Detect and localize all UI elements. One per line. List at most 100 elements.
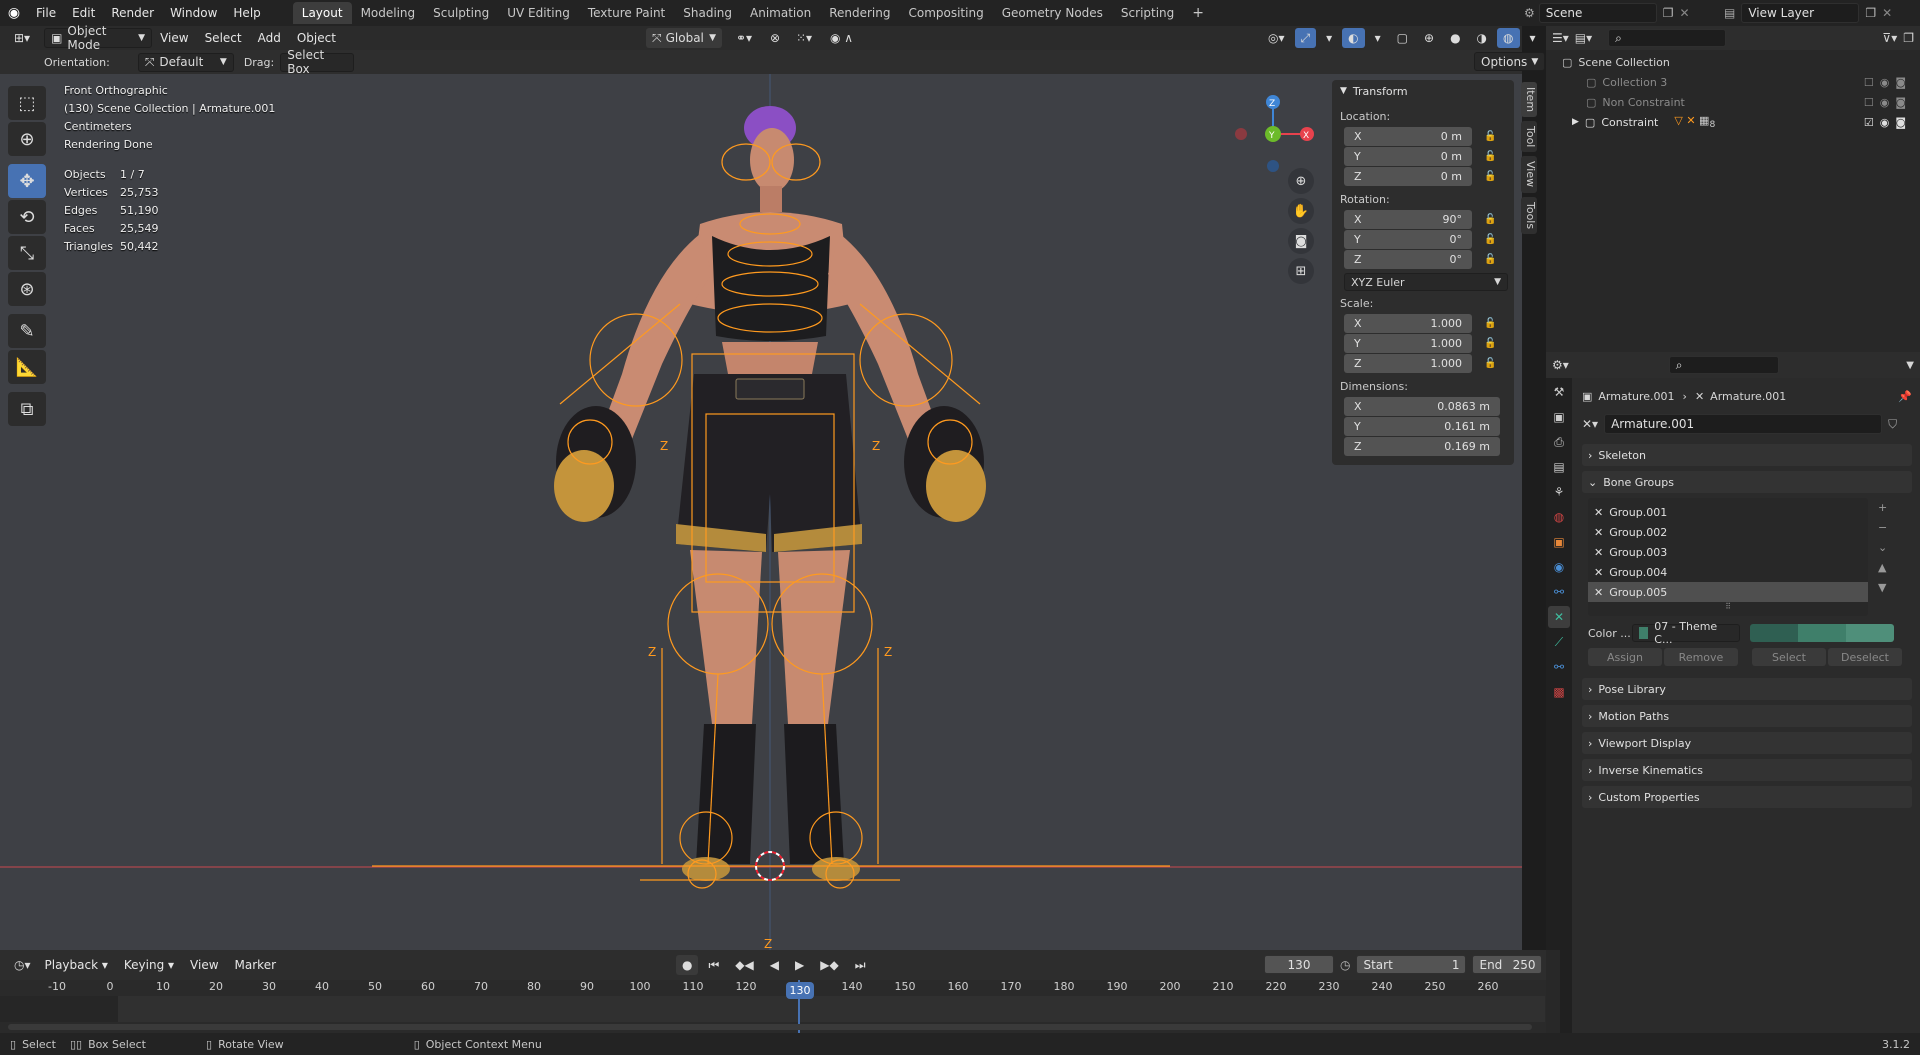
gizmo-toggle-icon[interactable]: ⤢	[1294, 28, 1317, 48]
rotation-y-field[interactable]: Y 0°	[1344, 230, 1472, 249]
select-button[interactable]: Select	[1752, 648, 1826, 666]
overlay-toggle-icon[interactable]: ◐	[1342, 28, 1365, 48]
prev-keyframe-icon[interactable]: ◆◀	[729, 955, 759, 975]
panel-pose-library[interactable]: › Pose Library	[1582, 678, 1912, 700]
outliner-item[interactable]: ▢ Non Constraint ☐◉◙	[1546, 92, 1920, 112]
cursor-icon[interactable]: ⊕	[8, 122, 46, 156]
rotation-x-field[interactable]: X 90°	[1344, 210, 1472, 229]
editor-type-icon[interactable]: ◷▾	[8, 955, 37, 975]
xray-icon[interactable]: ▢	[1391, 28, 1414, 48]
visibility-toggles-icon[interactable]: ☐◉◙	[1864, 96, 1912, 109]
mode-dropdown[interactable]: ▣ Object Mode ▼	[44, 24, 153, 52]
tab-modeling[interactable]: Modeling	[352, 2, 425, 24]
menu-edit[interactable]: Edit	[64, 0, 103, 26]
output-tab-icon[interactable]: ⎙	[1548, 431, 1570, 453]
tab-animation[interactable]: Animation	[741, 2, 820, 24]
tool-tab-icon[interactable]: ⚒	[1548, 381, 1570, 403]
lock-icon[interactable]: 🔓	[1484, 151, 1496, 163]
outliner-item[interactable]: ▢ Collection 3 ☐◉◙	[1546, 72, 1920, 92]
jump-end-icon[interactable]: ⏭	[849, 955, 872, 975]
menu-view[interactable]: View	[152, 25, 196, 51]
tab-sculpting[interactable]: Sculpting	[424, 2, 498, 24]
snap-target-icon[interactable]: ⁙▾	[790, 28, 818, 48]
transform-icon[interactable]: ⊛	[8, 272, 46, 306]
panel-custom-properties[interactable]: › Custom Properties	[1582, 786, 1912, 808]
zoom-icon[interactable]: ⊕	[1288, 168, 1314, 194]
location-z-field[interactable]: Z0 m	[1344, 167, 1472, 186]
solid-shading-icon[interactable]: ●	[1444, 28, 1466, 48]
add-cube-icon[interactable]: ⧉	[8, 392, 46, 426]
blender-logo-icon[interactable]: ◉	[0, 5, 28, 21]
menu-file[interactable]: File	[28, 0, 64, 26]
close-icon[interactable]: ✕	[1680, 6, 1690, 20]
lock-icon[interactable]: 🔓	[1484, 131, 1496, 143]
menu-keying[interactable]: Keying ▾	[116, 952, 182, 978]
move-up-icon[interactable]: ▲	[1878, 558, 1887, 578]
tab-layout[interactable]: Layout	[292, 2, 352, 24]
tab-item[interactable]: Item	[1521, 82, 1537, 118]
menu-playback[interactable]: Playback ▾	[37, 952, 116, 978]
new-scene-icon[interactable]: ❐	[1663, 6, 1674, 20]
editor-type-icon[interactable]: ☰▾	[1552, 31, 1569, 45]
menu-select[interactable]: Select	[197, 25, 250, 51]
record-icon[interactable]: ●	[676, 955, 699, 975]
object-tab-icon[interactable]: ▣	[1548, 531, 1570, 553]
expand-arrow-icon[interactable]: ▶	[1572, 117, 1579, 127]
tab-shading[interactable]: Shading	[674, 2, 741, 24]
rotation-mode-dropdown[interactable]: XYZ Euler ▼	[1344, 273, 1508, 291]
outliner-root[interactable]: ▢ Scene Collection	[1546, 52, 1920, 72]
list-item[interactable]: ✕ Group.004	[1588, 562, 1868, 582]
clock-icon[interactable]: ◷	[1340, 958, 1350, 972]
lock-icon[interactable]: 🔓	[1484, 358, 1496, 370]
playhead-frame[interactable]: 130	[786, 982, 814, 999]
list-item[interactable]: ✕ Group.003	[1588, 542, 1868, 562]
3d-viewport[interactable]: Z Z Z Z Z Z X Y ⊕ ✋ ◙ ⊞ Front Orthograph…	[0, 74, 1522, 950]
gizmo-dropdown-icon[interactable]: ▾	[1320, 28, 1338, 48]
tab-tools[interactable]: Tools	[1521, 196, 1537, 234]
list-item[interactable]: ✕ Group.001	[1588, 502, 1868, 522]
lock-icon[interactable]: 🔓	[1484, 318, 1496, 330]
rotation-z-field[interactable]: Z 0°	[1344, 250, 1472, 269]
current-frame-field[interactable]: 130	[1264, 955, 1334, 974]
lock-icon[interactable]: 🔓	[1484, 254, 1496, 266]
editor-type-icon[interactable]: ⊞▾	[8, 28, 36, 48]
panel-bone-groups[interactable]: ⌄ Bone Groups	[1582, 471, 1912, 493]
overlay-dropdown-icon[interactable]: ▾	[1369, 28, 1387, 48]
pin-icon[interactable]: 📌	[1898, 390, 1912, 403]
options-dropdown[interactable]: Options ▼	[1474, 52, 1546, 71]
navigation-gizmo[interactable]: Z X Y	[1226, 84, 1316, 174]
outliner-item[interactable]: ▶ ▢ Constraint ▽ ✕ ▦8 ☑◉◙	[1546, 112, 1920, 132]
location-y-field[interactable]: Y0 m	[1344, 147, 1472, 166]
color-set-dropdown[interactable]: 07 - Theme C...	[1632, 620, 1740, 646]
menu-help[interactable]: Help	[225, 0, 268, 26]
tab-uv-editing[interactable]: UV Editing	[498, 2, 579, 24]
play-icon[interactable]: ▶	[789, 955, 810, 975]
timeline-ruler[interactable]: -10 0 10 20 30 40 50 60 70 80 90 100 110 120 130 140 150…	[0, 980, 1546, 1033]
pan-hand-icon[interactable]: ✋	[1288, 198, 1314, 224]
proportional-edit-icon[interactable]: ◉ ∧	[824, 28, 859, 48]
lock-icon[interactable]: 🔓	[1484, 214, 1496, 226]
transform-header[interactable]: ▼ Transform	[1332, 80, 1514, 102]
constraints-tab-icon[interactable]: ⚯	[1548, 581, 1570, 603]
snap-icon[interactable]: ⊗	[764, 28, 786, 48]
physics-tab-icon[interactable]: ◉	[1548, 556, 1570, 578]
bone-groups-list[interactable]: ✕ Group.001 ✕ Group.002 ✕ Group.003 ✕ Group.…	[1588, 498, 1868, 616]
world-tab-icon[interactable]: ◍	[1548, 506, 1570, 528]
editor-type-icon[interactable]: ⚙▾	[1552, 358, 1569, 372]
tab-geometry-nodes[interactable]: Geometry Nodes	[993, 2, 1112, 24]
move-icon[interactable]: ✥	[8, 164, 46, 198]
annotate-icon[interactable]: ✎	[8, 314, 46, 348]
new-view-layer-icon[interactable]: ❐	[1865, 6, 1876, 20]
outliner-search-input[interactable]: ⌕	[1608, 29, 1727, 47]
camera-icon[interactable]: ◙	[1288, 228, 1314, 254]
bone-tab-icon[interactable]: ⟋	[1548, 631, 1570, 653]
lock-icon[interactable]: 🔓	[1484, 171, 1496, 183]
datablock-name-field[interactable]: Armature.001	[1604, 414, 1883, 434]
bone-constraints-tab-icon[interactable]: ⚯	[1548, 656, 1570, 678]
panel-viewport-display[interactable]: › Viewport Display	[1582, 732, 1912, 754]
lock-icon[interactable]: 🔓	[1484, 234, 1496, 246]
visibility-icon[interactable]: ◎▾	[1262, 28, 1291, 48]
rendered-shading-icon[interactable]: ◍	[1497, 28, 1520, 48]
panel-inverse-kinematics[interactable]: › Inverse Kinematics	[1582, 759, 1912, 781]
list-item-selected[interactable]: ✕ Group.005	[1588, 582, 1868, 602]
